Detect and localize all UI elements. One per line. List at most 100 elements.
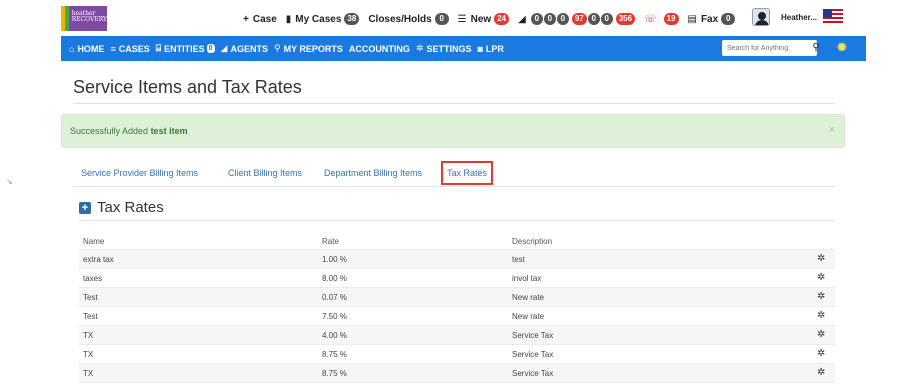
divider <box>79 220 835 221</box>
queue-badge: 0 <box>543 13 556 25</box>
nav-agents[interactable]: ◢ AGENTS <box>221 43 268 54</box>
success-alert: Successfully Added test item × <box>61 114 845 148</box>
closes-holds-link[interactable]: Closes/Holds 0 <box>368 13 449 25</box>
table-row: TX 8.75 % Service Tax ✲ <box>79 345 835 364</box>
fax-label: Fax <box>700 13 719 25</box>
printer-icon: ▤ <box>687 13 697 25</box>
new-link[interactable]: ☰ New 24 <box>457 13 510 25</box>
inbox-icon: ☰ <box>457 13 467 25</box>
nav-my-reports[interactable]: ⚲ MY REPORTS <box>274 43 343 54</box>
gear-icon[interactable]: ✲ <box>817 272 825 283</box>
cell-description: Service Tax <box>512 331 554 340</box>
table-row: Test 0.07 % New rate ✲ <box>79 288 835 307</box>
nav-cases[interactable]: ≡ CASES <box>110 43 149 54</box>
nav-settings[interactable]: ✲ SETTINGS <box>416 43 472 54</box>
nav-settings-label: SETTINGS <box>426 43 472 54</box>
logo[interactable]: heather RECOVERY <box>61 6 107 31</box>
new-case-link[interactable]: + Case <box>243 14 277 25</box>
add-tax-rate-button[interactable]: + <box>79 201 91 214</box>
tab-tax-rates[interactable]: Tax Rates <box>441 161 494 185</box>
closes-holds-badge: 0 <box>434 13 449 25</box>
nav-cases-label: CASES <box>118 43 150 54</box>
gear-icon[interactable]: ✲ <box>817 310 825 321</box>
cell-description: Service Tax <box>512 369 554 378</box>
search-input[interactable] <box>722 40 817 56</box>
queue-badge: 0 <box>587 13 600 25</box>
cell-name: TX <box>83 331 94 340</box>
cell-name: Test <box>83 312 98 321</box>
table-row: taxes 8.00 % invol tax ✲ <box>79 269 835 288</box>
cell-name: Test <box>83 293 98 302</box>
phone-link[interactable]: ☏ 19 <box>644 13 679 25</box>
queue-counters[interactable]: ◢ 0 0 0 97 0 0 356 <box>518 13 636 25</box>
gear-icon[interactable]: ✲ <box>817 367 825 378</box>
cell-rate: 4.00 % <box>322 331 347 340</box>
column-header-description: Description <box>512 237 553 246</box>
alert-item: test item <box>150 126 188 136</box>
user-name[interactable]: Heather... <box>781 13 817 22</box>
nav-entities-label: ENTITIES <box>164 43 205 54</box>
tab-department-billing-items[interactable]: Department Billing Items <box>324 168 422 178</box>
queue-badge: 0 <box>556 13 569 25</box>
list-icon: ≡ <box>110 43 116 54</box>
search-icon[interactable]: ⚲ <box>808 40 824 56</box>
new-label: New <box>470 13 492 25</box>
gear-icon[interactable]: ✲ <box>817 329 825 340</box>
cell-rate: 0.07 % <box>322 293 347 302</box>
cell-description: New rate <box>512 293 545 302</box>
logo-subtext: RECOVERY <box>71 16 107 23</box>
gear-icon[interactable]: ✲ <box>817 253 825 264</box>
close-icon[interactable]: × <box>829 124 835 136</box>
my-cases-badge: 38 <box>344 13 360 25</box>
queue-badge: 0 <box>600 13 613 25</box>
gear-icon: ✲ <box>415 43 424 53</box>
my-cases-link[interactable]: ▮ My Cases 38 <box>286 13 360 25</box>
avatar[interactable] <box>752 8 770 26</box>
bank-icon: ⌸ <box>155 43 162 53</box>
table-header: Name Rate Description <box>79 232 835 250</box>
cell-rate: 7.50 % <box>322 312 347 321</box>
table-row: TX 8.75 % Service Tax ✲ <box>79 364 835 383</box>
gear-icon[interactable]: ✲ <box>817 291 825 302</box>
cell-rate: 8.75 % <box>322 350 347 359</box>
sun-icon[interactable]: ✹ <box>836 39 848 56</box>
camera-icon: ◙ <box>477 43 483 54</box>
table-row: Test 7.50 % New rate ✲ <box>79 307 835 326</box>
page-title: Service Items and Tax Rates <box>73 77 302 97</box>
fax-link[interactable]: ▤ Fax 0 <box>688 13 736 25</box>
fax-badge: 0 <box>721 13 736 25</box>
tab-client-billing-items[interactable]: Client Billing Items <box>228 168 302 178</box>
queue-badge: 356 <box>615 13 636 25</box>
mouse-cursor-icon: ↘ <box>6 177 13 186</box>
nav-my-reports-label: MY REPORTS <box>283 43 343 54</box>
cell-name: taxes <box>83 274 103 283</box>
phone-icon: ☏ <box>644 13 657 25</box>
nav-accounting[interactable]: ACCOUNTING <box>349 43 410 54</box>
nav-accounting-label: ACCOUNTING <box>348 43 410 54</box>
section-title: + Tax Rates <box>79 199 164 216</box>
nav-entities[interactable]: ⌸ ENTITIES 0 <box>156 43 215 54</box>
column-header-name: Name <box>83 237 105 246</box>
nav-home[interactable]: ⌂ HOME <box>69 43 104 54</box>
table-row: extra tax 1.00 % test ✲ <box>79 250 835 269</box>
cell-description: Service Tax <box>512 350 554 359</box>
tab-service-provider-billing-items[interactable]: Service Provider Billing Items <box>81 168 198 178</box>
queue-badge: 97 <box>571 13 587 25</box>
search-icon: ⚲ <box>273 43 281 53</box>
top-bar: heather RECOVERY + Case ▮ My Cases 38 Clo… <box>0 0 905 36</box>
cell-description: New rate <box>512 312 545 321</box>
plus-icon: + <box>243 13 249 25</box>
cell-description: test <box>512 255 525 264</box>
us-flag-icon[interactable] <box>823 9 843 23</box>
phone-badge: 19 <box>663 13 679 25</box>
new-badge: 24 <box>494 13 510 25</box>
column-header-rate: Rate <box>322 237 339 246</box>
nav-lpr[interactable]: ◙ LPR <box>477 43 503 54</box>
gear-icon[interactable]: ✲ <box>817 348 825 359</box>
top-nav: + Case ▮ My Cases 38 Closes/Holds 0 ☰ Ne… <box>243 10 744 28</box>
queue-badge: 0 <box>530 13 543 25</box>
nav-agents-label: AGENTS <box>230 43 268 54</box>
cell-description: invol tax <box>512 274 542 283</box>
main-navbar: ⌂ HOME ≡ CASES ⌸ ENTITIES 0 ◢ AGENTS ⚲ MY REPO… <box>61 36 866 61</box>
cell-name: TX <box>83 350 94 359</box>
